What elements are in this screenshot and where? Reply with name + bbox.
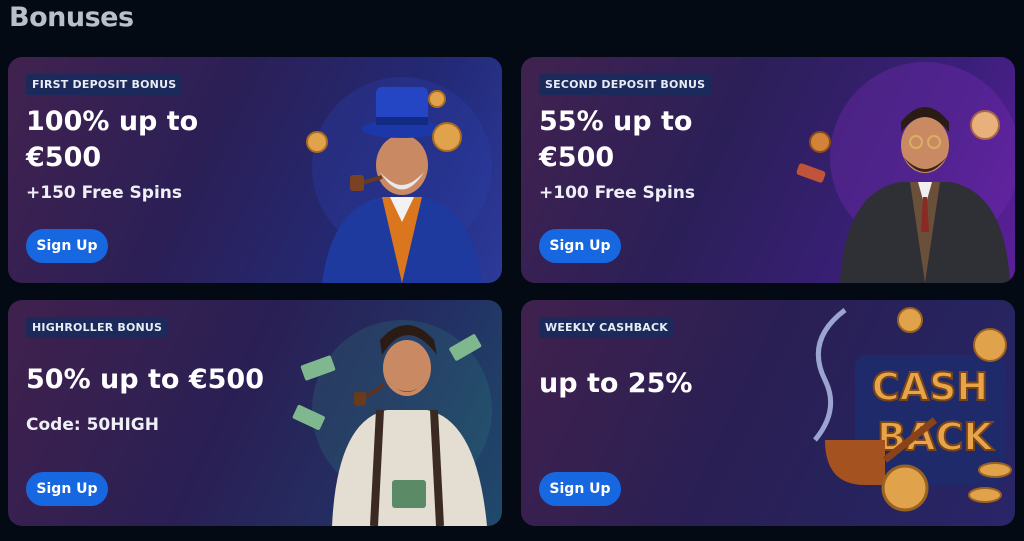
- sign-up-button[interactable]: Sign Up: [26, 472, 108, 506]
- section-title: Bonuses: [9, 2, 134, 33]
- sign-up-button[interactable]: Sign Up: [539, 472, 621, 506]
- sign-up-button[interactable]: Sign Up: [26, 229, 108, 263]
- bonus-card-second-deposit: SECOND DEPOSIT BONUS 55% up to €500 +100…: [521, 57, 1015, 283]
- bonus-headline: 100% up to €500: [26, 106, 199, 173]
- bonus-badge: HIGHROLLER BONUS: [26, 317, 169, 338]
- suited-man-illustration: [796, 62, 1015, 283]
- bonus-subtext: +150 Free Spins: [26, 183, 182, 203]
- highroller-man-illustration: [292, 320, 492, 526]
- gentleman-illustration: [306, 77, 492, 283]
- bonus-card-highroller: HIGHROLLER BONUS 50% up to €500 Code: 50…: [8, 300, 502, 526]
- bonus-headline: up to 25%: [539, 368, 693, 399]
- bonus-card-weekly-cashback: WEEKLY CASHBACK up to 25% Sign Up CASH B…: [521, 300, 1015, 526]
- bonus-badge: WEEKLY CASHBACK: [539, 317, 674, 338]
- bonuses-page: Bonuses FIRST DEPOSIT BONUS 100% up to €…: [0, 0, 1024, 541]
- bonus-badge: FIRST DEPOSIT BONUS: [26, 74, 183, 95]
- bonus-headline: 55% up to €500: [539, 106, 693, 173]
- cash-back-logo-illustration: CASH BACK: [813, 307, 1012, 512]
- bonus-badge: SECOND DEPOSIT BONUS: [539, 74, 712, 95]
- svg-text:CASH: CASH: [872, 365, 988, 409]
- bonus-card-first-deposit: FIRST DEPOSIT BONUS 100% up to €500 +150…: [8, 57, 502, 283]
- bonus-subtext: +100 Free Spins: [539, 183, 695, 203]
- sign-up-button[interactable]: Sign Up: [539, 229, 621, 263]
- bonus-subtext: Code: 50HIGH: [26, 415, 159, 435]
